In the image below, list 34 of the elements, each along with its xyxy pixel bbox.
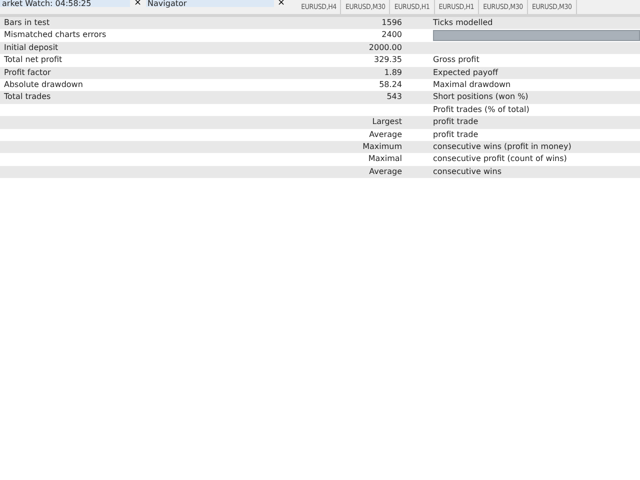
row-value: 543 xyxy=(386,92,402,102)
row-label: Initial deposit xyxy=(4,42,58,52)
panel-title: arket Watch: 04:58:25 xyxy=(0,0,130,7)
row-value: 2000.00 xyxy=(368,42,402,52)
row-value: Largest xyxy=(372,117,402,126)
close-button[interactable]: × xyxy=(130,0,146,7)
row-label: consecutive wins xyxy=(433,166,502,178)
row-value: Maximal xyxy=(368,154,402,164)
row-label: Short positions (won %) xyxy=(433,91,528,104)
row-label: Profit trades (% of total) xyxy=(433,104,530,116)
row-label: Maximal drawdown xyxy=(433,78,511,91)
row-value: Maximum xyxy=(362,142,402,151)
row-label: Gross profit xyxy=(433,54,480,66)
row-value: 2400 xyxy=(382,30,402,40)
row-label: profit trade xyxy=(433,116,478,128)
row-value: 1596 xyxy=(382,18,402,27)
row-label: Expected payoff xyxy=(433,66,498,79)
row-label: Total net profit xyxy=(4,55,62,64)
row-value: 1.89 xyxy=(384,68,402,77)
row-label: Absolute drawdown xyxy=(4,80,83,89)
row-label: Bars in test xyxy=(4,18,50,27)
row-value: Average xyxy=(369,166,402,176)
row-value: 58.24 xyxy=(379,80,402,89)
row-label: Total trades xyxy=(4,92,51,102)
row-label: Mismatched charts errors xyxy=(4,30,106,40)
panel-title: Navigator xyxy=(146,0,274,7)
row-label: Profit factor xyxy=(4,68,51,77)
row-label: consecutive profit (count of wins) xyxy=(433,153,567,166)
close-button[interactable]: × xyxy=(274,0,290,7)
row-value: 329.35 xyxy=(374,55,402,64)
row-label: profit trade xyxy=(433,128,478,141)
row-label: consecutive wins (profit in money) xyxy=(433,140,572,153)
row-value: Average xyxy=(369,130,402,139)
row-label: Ticks modelled xyxy=(433,17,493,29)
